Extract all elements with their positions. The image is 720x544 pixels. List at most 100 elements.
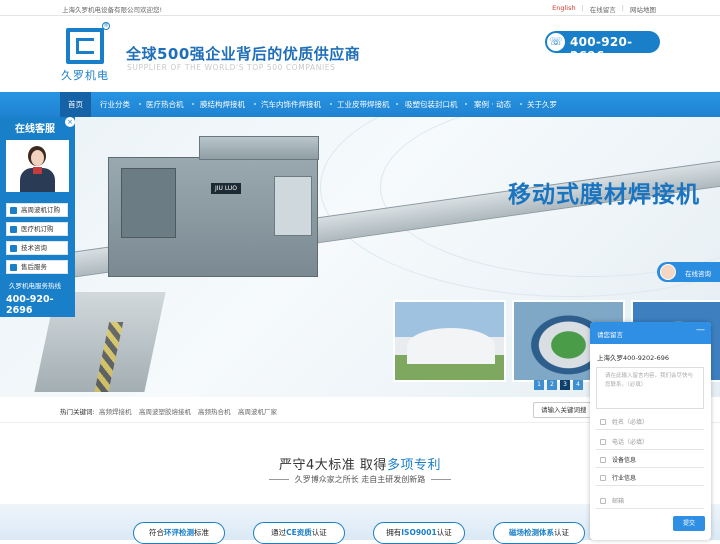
nav-item-medical[interactable]: 医疗热合机 bbox=[146, 92, 184, 117]
slogan: 全球500强企业背后的优质供应商 bbox=[126, 45, 361, 63]
sidebar-title: 在线客服 bbox=[15, 124, 55, 135]
keyword-link[interactable]: 高频焊接机 bbox=[99, 406, 132, 416]
standard-pill[interactable]: 磁场检测体系认证 bbox=[493, 522, 585, 544]
chat-icon bbox=[10, 207, 17, 214]
slide-dot-active[interactable]: 3 bbox=[560, 380, 570, 390]
slide-indicators: 1 2 3 4 bbox=[534, 380, 583, 390]
nav-dot bbox=[396, 103, 398, 105]
pill-highlight: 磁场检测体系 bbox=[509, 528, 554, 537]
keyword-link[interactable]: 高频热合机 bbox=[198, 406, 231, 416]
logo-icon[interactable]: ® bbox=[66, 22, 110, 64]
sidebar-hotline-number: 400-920-2696 bbox=[6, 294, 54, 316]
chat-icon bbox=[10, 264, 17, 271]
site-header: ® 久罗机电 全球500强企业背后的优质供应商 SUPPLIER OF THE … bbox=[0, 16, 720, 92]
sidebar-button-hf-order[interactable]: 高周波机订购 bbox=[6, 203, 68, 217]
message-title: 请您留言 bbox=[597, 331, 623, 339]
pill-highlight: ISO9001 bbox=[401, 528, 437, 537]
keywords-label: 热门关键词: bbox=[60, 408, 95, 416]
standard-pill[interactable]: 通过CE资质认证 bbox=[253, 522, 345, 544]
keyword-link[interactable]: 高周波塑胶熔接机 bbox=[139, 406, 191, 416]
standard-pill[interactable]: 符合环评检测标准 bbox=[133, 522, 225, 544]
sidebar-button-tech[interactable]: 技术咨询 bbox=[6, 241, 68, 255]
pill-post: 认证 bbox=[311, 528, 327, 537]
sidebar-hotline-label: 久罗机电服务热线 bbox=[9, 282, 61, 290]
service-sidebar: 在线客服 × 高周波机订购 医疗机订购 技术咨询 售后服务 久罗机电服务热线 4… bbox=[0, 117, 75, 317]
nav-dot bbox=[254, 103, 256, 105]
equipment-field[interactable]: 设备信息 bbox=[596, 453, 704, 468]
industry-field[interactable]: 行业信息 bbox=[596, 471, 704, 486]
equipment-label: 设备信息 bbox=[612, 457, 637, 464]
english-link[interactable]: English bbox=[552, 4, 575, 14]
hotline-badge[interactable]: ☏ 400-920-2696 bbox=[545, 31, 660, 63]
chat-icon bbox=[10, 245, 17, 252]
nav-item-cases[interactable]: 案例 · 动态 bbox=[474, 92, 511, 117]
nav-dot bbox=[139, 103, 141, 105]
sidebar-button-label: 技术咨询 bbox=[21, 244, 47, 252]
industry-label: 行业信息 bbox=[612, 475, 637, 482]
keyword-link[interactable]: 高周波机厂家 bbox=[238, 406, 277, 416]
machine-window bbox=[121, 168, 176, 238]
nav-item-belt[interactable]: 工业皮带焊接机 bbox=[337, 92, 390, 117]
nav-item-membrane[interactable]: 膜结构焊接机 bbox=[200, 92, 245, 117]
avatar-scarf bbox=[33, 167, 42, 174]
online-message-link[interactable]: 在线留言 bbox=[590, 4, 616, 14]
nav-dot bbox=[465, 103, 467, 105]
divider-line bbox=[431, 479, 452, 480]
online-consult-button[interactable]: 在线咨询 bbox=[657, 262, 720, 282]
pill-pre: 通过 bbox=[271, 528, 287, 537]
sidebar-button-medical-order[interactable]: 医疗机订购 bbox=[6, 222, 68, 236]
list-icon bbox=[600, 475, 606, 481]
agent-avatar-icon bbox=[660, 264, 676, 280]
message-header: 请您留言 — bbox=[590, 322, 711, 344]
list-icon bbox=[600, 457, 606, 463]
nav-dot bbox=[520, 103, 522, 105]
machine-top bbox=[199, 136, 319, 160]
nav-item-about[interactable]: 关于久罗 bbox=[527, 92, 557, 117]
email-field[interactable]: 邮箱 bbox=[596, 494, 704, 509]
message-widget: 请您留言 — 上海久罗400-9202-696 请在此输入留言内容，我们会尽快与… bbox=[590, 322, 711, 540]
pill-pre: 拥有 bbox=[386, 528, 402, 537]
email-placeholder: 邮箱 bbox=[612, 498, 625, 505]
pill-highlight: 环评检测 bbox=[164, 528, 194, 537]
pill-post: 认证 bbox=[436, 528, 452, 537]
online-consult-label: 在线咨询 bbox=[685, 270, 711, 278]
message-textarea[interactable]: 请在此输入留言内容，我们会尽快与您联系。（必填） bbox=[596, 367, 704, 409]
sidebar-button-label: 医疗机订购 bbox=[21, 225, 54, 233]
pill-highlight: CE资质 bbox=[286, 528, 312, 537]
case-thumbnail-dome[interactable] bbox=[393, 300, 506, 382]
pill-pre: 符合 bbox=[149, 528, 164, 537]
slide-dot[interactable]: 1 bbox=[534, 380, 544, 390]
name-field[interactable]: 姓名（必填） bbox=[596, 415, 704, 430]
slogan-english: SUPPLIER OF THE WORLD'S TOP 500 COMPANIE… bbox=[127, 63, 336, 72]
phone-placeholder: 电话（必填） bbox=[612, 439, 649, 446]
section-subtitle-text: 久罗博众家之所长 走自主研发创新路 bbox=[294, 475, 426, 484]
hotline-number: 400-920-2696 bbox=[570, 35, 633, 63]
section-title-highlight: 多项专利 bbox=[386, 458, 441, 473]
top-bar: 上海久罗机电设备有限公司欢迎您! English | 在线留言 | 网站地图 bbox=[0, 0, 720, 16]
logo-name: 久罗机电 bbox=[61, 69, 109, 82]
nav-item-home[interactable]: 首页 bbox=[60, 92, 91, 117]
submit-button[interactable]: 提交 bbox=[673, 516, 705, 531]
chat-icon bbox=[10, 226, 17, 233]
slide-dot[interactable]: 2 bbox=[547, 380, 557, 390]
phone-field[interactable]: 电话（必填） bbox=[596, 435, 704, 450]
main-nav: 首页 行业分类 医疗热合机 膜结构焊接机 汽车内饰件焊接机 工业皮带焊接机 吸塑… bbox=[0, 92, 720, 117]
sitemap-link[interactable]: 网站地图 bbox=[630, 4, 656, 14]
close-icon[interactable]: × bbox=[65, 117, 75, 127]
logo-inner-mark bbox=[76, 38, 94, 54]
search-input[interactable]: 请输入关键词搜 bbox=[533, 402, 593, 418]
sidebar-button-after-sales[interactable]: 售后服务 bbox=[6, 260, 68, 274]
slide-dot[interactable]: 4 bbox=[573, 380, 583, 390]
sidebar-button-label: 高周波机订购 bbox=[21, 206, 60, 214]
mail-icon bbox=[600, 498, 606, 504]
pill-post: 认证 bbox=[554, 528, 569, 537]
standard-pill[interactable]: 拥有ISO9001认证 bbox=[373, 522, 465, 544]
nav-item-categories[interactable]: 行业分类 bbox=[100, 92, 130, 117]
nav-item-blister[interactable]: 吸塑包装封口机 bbox=[405, 92, 458, 117]
nav-item-auto-interior[interactable]: 汽车内饰件焊接机 bbox=[261, 92, 321, 117]
minimize-icon[interactable]: — bbox=[696, 325, 705, 335]
welding-machine-image: JIU LUO bbox=[108, 136, 319, 277]
phone-icon: ☏ bbox=[547, 33, 565, 51]
machine-panel bbox=[274, 176, 312, 236]
divider-line bbox=[268, 479, 289, 480]
